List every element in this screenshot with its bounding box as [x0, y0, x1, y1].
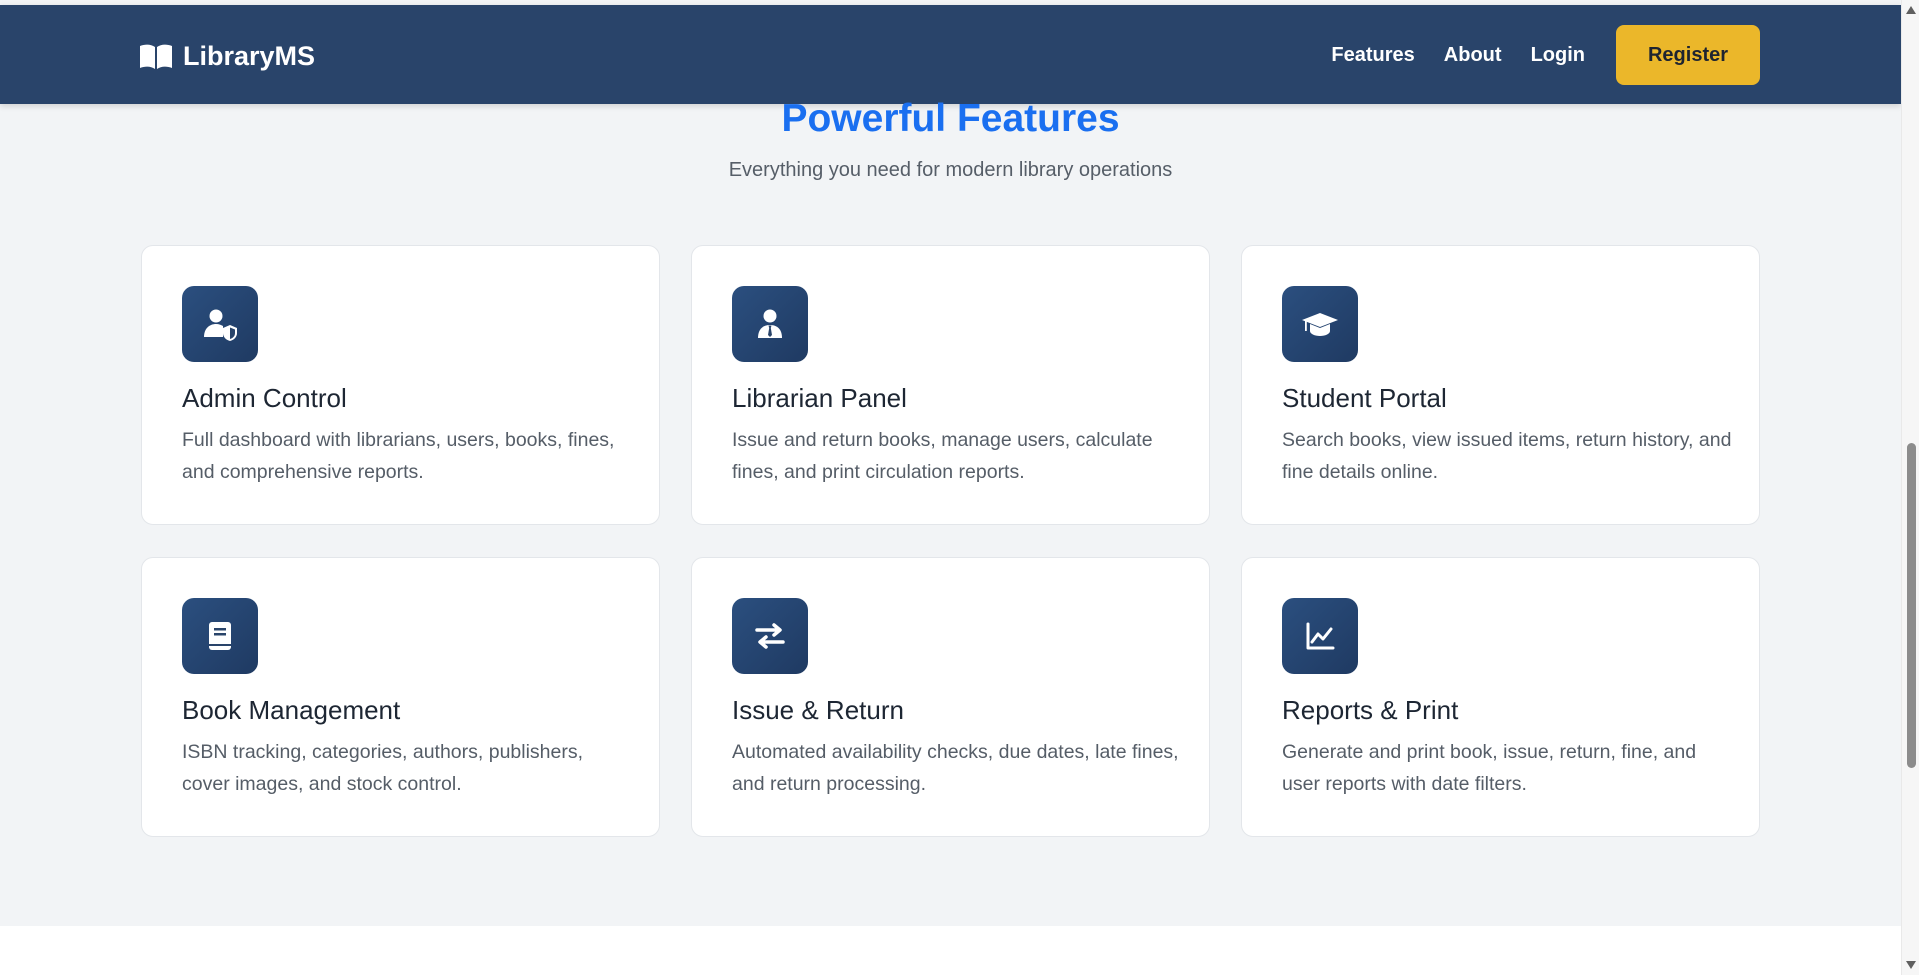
top-navbar: LibraryMS Features About Login Register: [0, 5, 1901, 104]
card-description: Search books, view issued items, return …: [1282, 429, 1732, 483]
card-description: Generate and print book, issue, return, …: [1282, 741, 1697, 795]
nav-links: Features About Login Register: [1331, 25, 1760, 85]
exchange-arrows-icon: [732, 598, 808, 674]
card-title: Librarian Panel: [732, 383, 907, 413]
scroll-up-arrow-icon[interactable]: [1906, 6, 1916, 14]
register-button[interactable]: Register: [1616, 25, 1760, 85]
feature-card-librarian-panel: Librarian Panel Issue and return books, …: [691, 245, 1210, 525]
brand-name: LibraryMS: [183, 41, 316, 71]
graduation-cap-icon: [1282, 286, 1358, 362]
card-title: Admin Control: [182, 383, 347, 413]
card-title: Reports & Print: [1282, 695, 1459, 725]
card-description: Full dashboard with librarians, users, b…: [182, 429, 615, 483]
vertical-scrollbar[interactable]: [1901, 0, 1919, 975]
page-viewport: LibraryMS Features About Login Register …: [0, 0, 1901, 975]
nav-link-features[interactable]: Features: [1331, 44, 1414, 67]
card-description: ISBN tracking, categories, authors, publ…: [182, 741, 584, 795]
brand-logo[interactable]: LibraryMS: [139, 41, 315, 72]
open-book-icon: [140, 44, 172, 69]
feature-card-student-portal: Student Portal Search books, view issued…: [1241, 245, 1760, 525]
card-description: Automated availability checks, due dates…: [732, 741, 1179, 795]
card-title: Book Management: [182, 695, 401, 725]
card-description: Issue and return books, manage users, ca…: [732, 429, 1153, 483]
nav-link-login[interactable]: Login: [1531, 44, 1585, 67]
section-subtitle: Everything you need for modern library o…: [728, 159, 1173, 181]
book-icon: [182, 598, 258, 674]
user-shield-icon: [182, 286, 258, 362]
section-title: Powerful Features: [781, 97, 1120, 140]
card-title: Student Portal: [1282, 383, 1447, 413]
scrollbar-thumb[interactable]: [1907, 443, 1916, 768]
feature-card-admin-control: Admin Control Full dashboard with librar…: [141, 245, 660, 525]
card-title: Issue & Return: [732, 695, 904, 725]
nav-link-about[interactable]: About: [1444, 44, 1502, 67]
feature-card-issue-return: Issue & Return Automated availability ch…: [691, 557, 1210, 837]
feature-card-reports-print: Reports & Print Generate and print book,…: [1241, 557, 1760, 837]
feature-card-book-management: Book Management ISBN tracking, categorie…: [141, 557, 660, 837]
user-tie-icon: [732, 286, 808, 362]
scroll-down-arrow-icon[interactable]: [1906, 961, 1916, 969]
line-chart-icon: [1282, 598, 1358, 674]
